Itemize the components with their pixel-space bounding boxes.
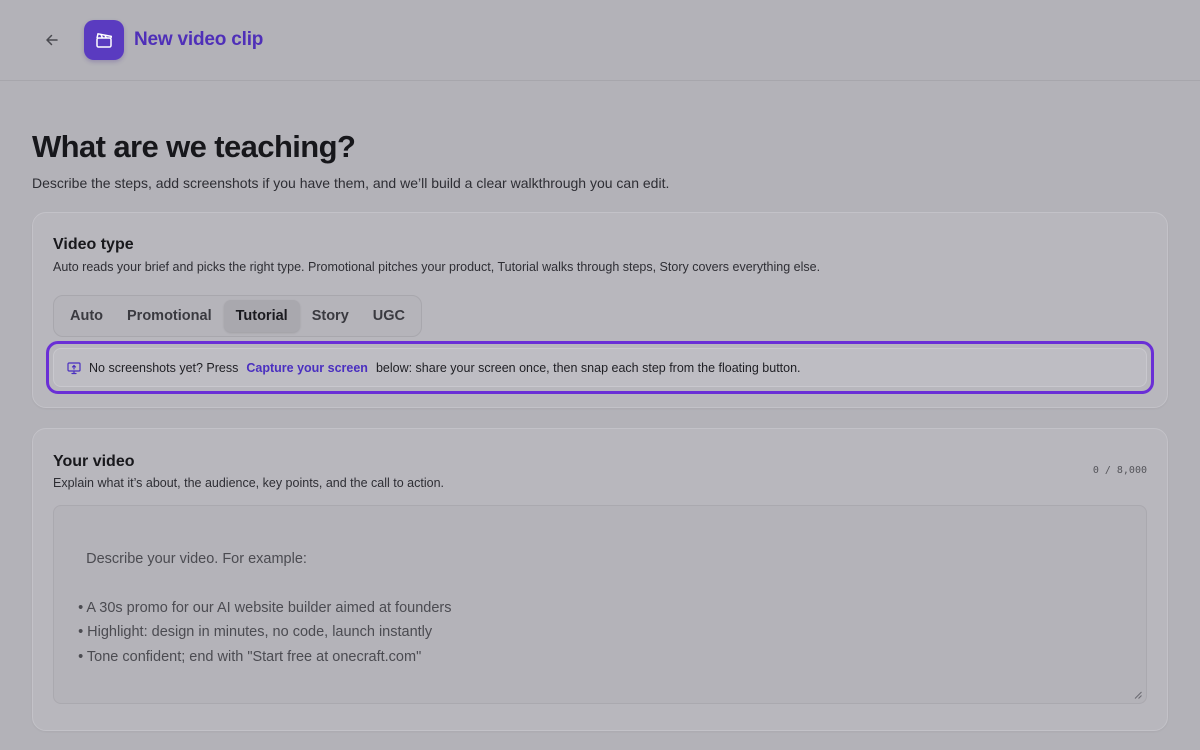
back-button[interactable] xyxy=(38,26,66,54)
video-type-description: Auto reads your brief and picks the righ… xyxy=(53,260,821,274)
screenshot-hint: No screenshots yet? Press Capture your s… xyxy=(53,348,1147,387)
page-title: What are we teaching? xyxy=(32,129,356,164)
hint-text-after: below: share your screen once, then snap… xyxy=(375,360,801,375)
video-type-option-tutorial[interactable]: Tutorial xyxy=(223,300,300,332)
character-counter: 0 / 8,000 xyxy=(1092,465,1147,476)
video-brief-textarea[interactable]: Describe your video. For example: • A 30… xyxy=(53,505,1147,704)
screen-capture-icon xyxy=(67,361,81,375)
capture-screen-link[interactable]: Capture your screen xyxy=(246,361,368,375)
arrow-left-icon xyxy=(46,34,58,46)
app-title: New video clip xyxy=(134,29,264,50)
header-bar: New video clip xyxy=(0,0,1200,81)
video-type-option-auto[interactable]: Auto xyxy=(58,300,115,332)
app-logo xyxy=(84,20,124,60)
hint-text-before: No screenshots yet? Press xyxy=(89,360,239,375)
video-type-selector: Auto Promotional Tutorial Story UGC xyxy=(53,295,423,337)
your-video-card: Your video Explain what it’s about, the … xyxy=(32,428,1168,731)
clapperboard-icon xyxy=(96,33,113,48)
your-video-title: Your video xyxy=(53,453,135,470)
textarea-placeholder: Describe your video. For example: • A 30… xyxy=(78,550,452,665)
video-type-option-ugc[interactable]: UGC xyxy=(361,300,417,332)
page-subtitle: Describe the steps, add screenshots if y… xyxy=(32,175,670,191)
screenshot-hint-focus-ring: No screenshots yet? Press Capture your s… xyxy=(46,341,1154,394)
your-video-description: Explain what it’s about, the audience, k… xyxy=(53,476,444,490)
video-type-option-promotional[interactable]: Promotional xyxy=(115,300,224,332)
video-type-option-story[interactable]: Story xyxy=(300,300,361,332)
video-type-title: Video type xyxy=(53,236,134,253)
resize-handle-icon[interactable] xyxy=(1134,691,1142,699)
